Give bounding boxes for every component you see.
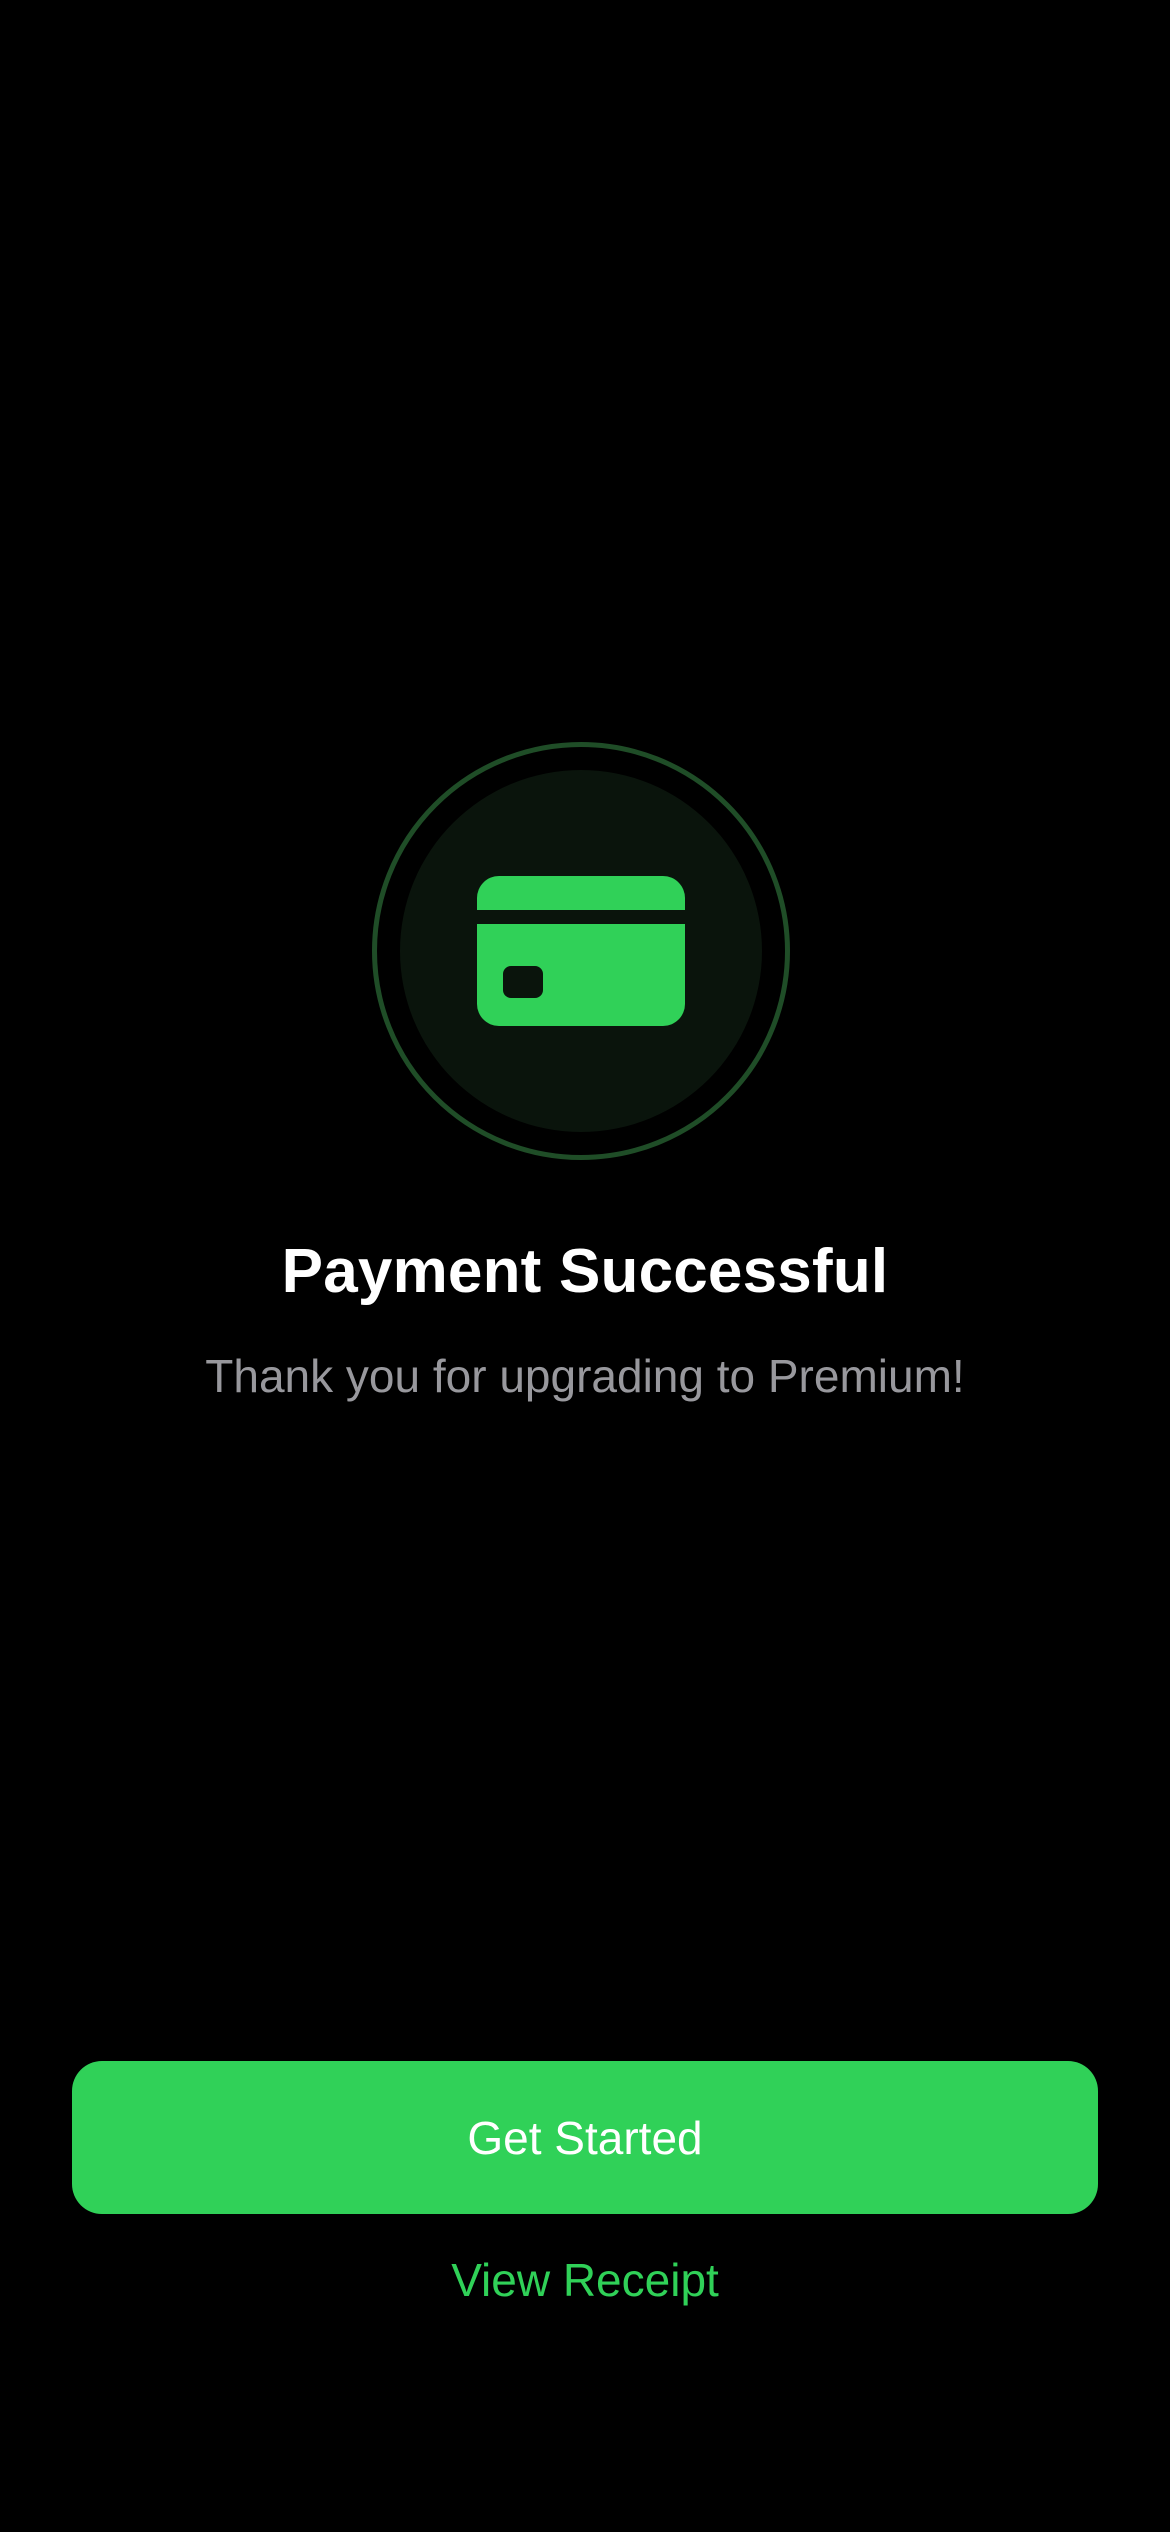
- get-started-button[interactable]: Get Started: [72, 2061, 1098, 2214]
- page-subtitle: Thank you for upgrading to Premium!: [205, 1350, 965, 1402]
- credit-card-icon: [477, 876, 685, 1026]
- status-icon-disc: [400, 770, 762, 1132]
- payment-success-screen: Payment Successful Thank you for upgradi…: [0, 0, 1170, 2532]
- page-title: Payment Successful: [281, 1237, 889, 1306]
- status-icon-ring: [372, 742, 790, 1160]
- view-receipt-button[interactable]: View Receipt: [0, 2250, 1170, 2310]
